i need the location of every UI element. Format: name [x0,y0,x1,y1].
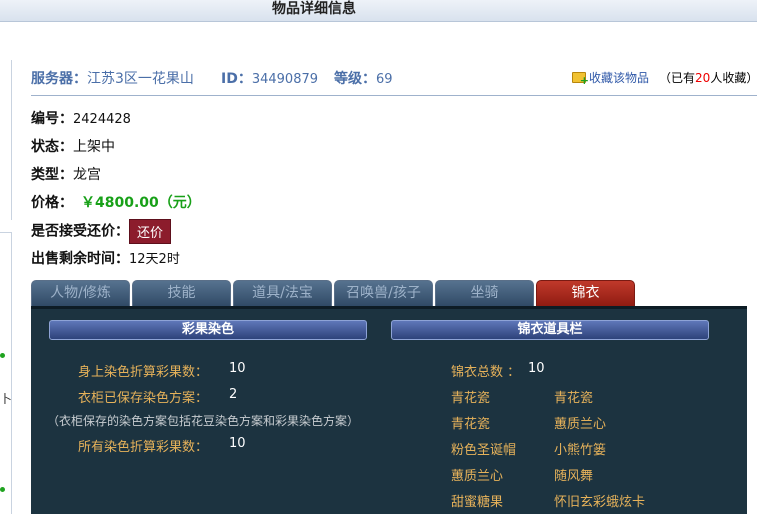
status-value: 上架中 [73,139,115,155]
status-row: 状态：上架中 [31,136,115,156]
tab-mounts[interactable]: 坐骑 [435,280,534,306]
title-bar: 物品详细信息 [0,0,757,22]
type-label: 类型： [31,167,73,183]
left-edge-text: 卜 [0,392,13,406]
costume-item: 青花瓷 [451,391,491,406]
costume-section-header: 锦衣道具栏 [391,320,709,340]
body-dye-label: 身上染色折算彩果数： [78,365,209,380]
costume-item: 蕙质兰心 [451,469,504,484]
bargain-button[interactable]: 还价 [129,219,172,244]
price-row: 价格： ￥4800.00（元） [31,192,201,212]
costume-item: 随风舞 [554,469,594,484]
costume-panel: 彩果染色 锦衣道具栏 身上染色折算彩果数： 10 衣柜已保存染色方案： 2 （衣… [31,306,747,514]
level-label: 等级： [334,71,376,87]
type-value: 龙宫 [73,167,101,183]
wardrobe-dye-label: 衣柜已保存染色方案： [78,391,209,406]
favorite-count-prefix: （已有 [659,71,696,85]
level-info: 等级：69 [334,68,393,88]
price-label: 价格： [31,195,73,211]
costume-total-value: 10 [528,361,545,376]
wardrobe-note: （衣柜保存的染色方案包括花豆染色方案和彩果染色方案） [47,414,360,428]
total-dye-label: 所有染色折算彩果数： [78,440,209,455]
favorite-count-number: 20 [695,71,711,85]
tab-skills[interactable]: 技能 [132,280,231,306]
page-title: 物品详细信息 [272,1,356,17]
tab-items[interactable]: 道具/法宝 [233,280,332,306]
remaining-time-label: 出售剩余时间： [31,251,129,267]
id-value: 34490879 [251,72,319,87]
id-label: ID： [221,71,252,87]
price-value: ￥4800.00（元） [81,195,201,211]
costume-item: 粉色圣诞帽 [451,443,517,458]
number-row: 编号：2424428 [31,108,131,128]
total-dye-value: 10 [229,436,246,451]
server-label: 服务器： [31,71,87,87]
costume-total-label: 锦衣总数 ： [451,365,521,380]
status-dot-icon [0,353,5,358]
number-label: 编号： [31,111,73,127]
server-info: 服务器：江苏3区一花果山 [31,68,194,88]
costume-item: 蕙质兰心 [554,417,607,432]
bargain-row: 是否接受还价： 还价 [31,219,172,244]
wardrobe-dye-value: 2 [229,387,238,402]
type-row: 类型：龙宫 [31,164,101,184]
favorite-count: （已有20人收藏） [659,71,757,85]
tab-summons[interactable]: 召唤兽/孩子 [334,280,433,306]
left-edge-panel [0,60,12,220]
body-dye-value: 10 [229,361,246,376]
server-value: 江苏3区一花果山 [87,71,194,87]
costume-item: 青花瓷 [554,391,594,406]
status-label: 状态： [31,139,73,155]
status-dot-icon [0,487,5,492]
favorite-count-suffix: 人收藏） [710,71,757,85]
favorite-link[interactable]: 收藏该物品 [589,71,649,85]
costume-item: 甜蜜糖果 [451,495,504,510]
number-value: 2424428 [73,112,131,127]
costume-item: 小熊竹篓 [554,443,607,458]
dye-section-header: 彩果染色 [49,320,367,340]
level-value: 69 [376,72,393,87]
favorite-area: 收藏该物品 （已有20人收藏） [572,69,757,87]
left-edge-panel-lower [0,232,12,514]
costume-item: 怀旧玄彩蛾炫卡 [554,495,646,510]
remaining-time-row: 出售剩余时间：12天2时 [31,248,180,268]
remaining-time-value: 12天2时 [129,252,180,267]
tab-character[interactable]: 人物/修炼 [31,280,130,306]
item-info-bar: 服务器：江苏3区一花果山 ID：34490879 等级：69 收藏该物品 （已有2… [31,66,757,96]
bargain-label: 是否接受还价： [31,223,129,240]
folder-add-icon[interactable] [572,72,589,87]
costume-item: 青花瓷 [451,417,491,432]
id-info: ID：34490879 [221,68,318,88]
tab-costumes[interactable]: 锦衣 [536,280,635,306]
